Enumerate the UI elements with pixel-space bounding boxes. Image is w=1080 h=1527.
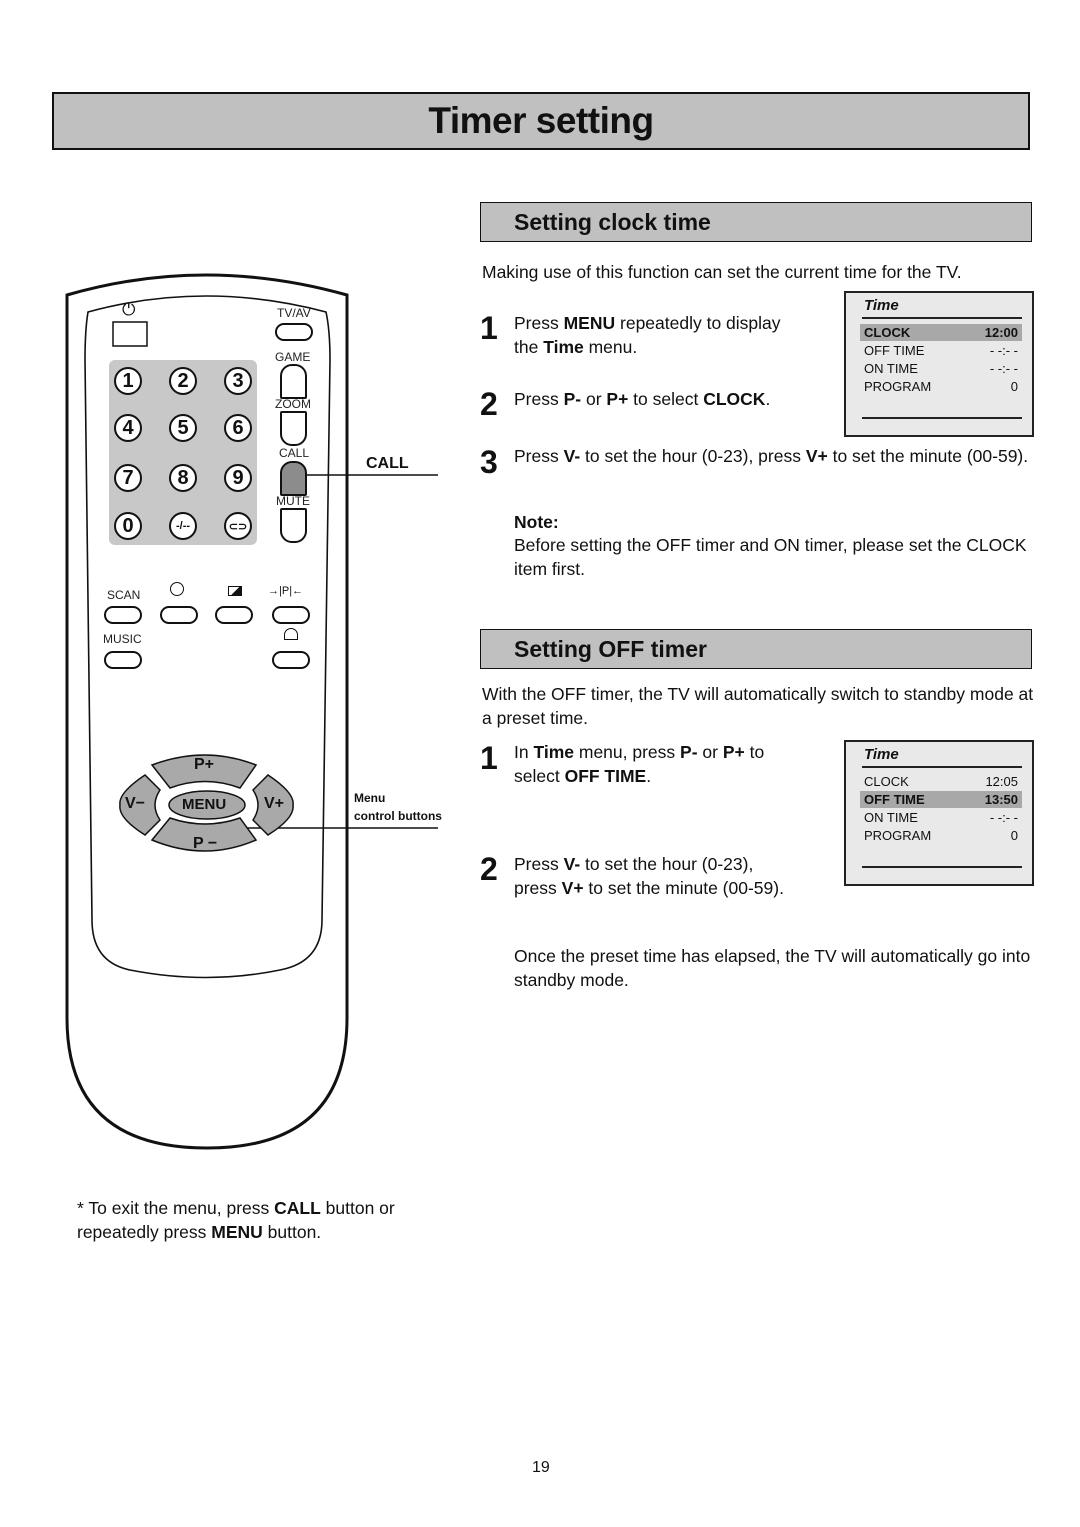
off-step-2-number: 2 <box>480 851 498 887</box>
remote-outline <box>65 273 438 1150</box>
off-closing: Once the preset time has elapsed, the TV… <box>514 946 1031 990</box>
scan-label: SCAN <box>107 588 141 602</box>
zoom-button[interactable] <box>280 411 307 446</box>
tv-av-button[interactable] <box>275 323 313 341</box>
remote-control-illustration: ⏻ TV/AV GAME ZOOM CALL MUTE 1 2 3 4 5 6 … <box>0 0 470 1200</box>
key-digit-mode[interactable]: -/-- <box>169 512 197 540</box>
osd-row-clock: CLOCK 12:05 <box>864 774 1018 789</box>
p-plus-button[interactable]: P+ <box>194 756 214 774</box>
sleep-timer-button[interactable] <box>160 606 198 624</box>
exit-footnote: * To exit the menu, press CALL button or… <box>77 1198 395 1242</box>
osd-divider <box>862 317 1022 319</box>
music-label: MUSIC <box>103 632 142 646</box>
off-step-1-text: In Time menu, press P- or P+ to select O… <box>514 742 765 786</box>
time-menu-osd-clock: Time CLOCK 12:00 OFF TIME - -:- - ON TIME -… <box>844 291 1034 437</box>
key-1[interactable]: 1 <box>114 367 142 395</box>
p-minus-button[interactable]: P − <box>193 835 217 853</box>
key-swap[interactable]: ⊂⊃ <box>224 512 252 540</box>
osd-row-on-time: ON TIME - -:- - <box>864 810 1018 825</box>
section-heading-off-timer: Setting OFF timer <box>480 629 1032 669</box>
menu-callout-line2: control buttons <box>354 809 442 823</box>
osd-divider <box>862 766 1022 768</box>
game-button[interactable] <box>280 364 307 399</box>
power-icon: ⏻ <box>122 300 136 319</box>
lock-icon <box>284 628 298 640</box>
osd-row-on-time: ON TIME - -:- - <box>864 361 1018 376</box>
osd-row-off-time: OFF TIME - -:- - <box>864 343 1018 358</box>
clock-step-1-number: 1 <box>480 310 498 346</box>
osd-row-clock: CLOCK 12:00 <box>860 324 1022 341</box>
menu-button[interactable]: MENU <box>182 796 226 813</box>
mute-button[interactable] <box>280 508 307 543</box>
key-3[interactable]: 3 <box>224 367 252 395</box>
osd-title: Time <box>864 297 899 314</box>
clock-step-3-number: 3 <box>480 444 498 480</box>
v-minus-button[interactable]: V− <box>125 795 145 813</box>
picture-mode-icon <box>228 586 242 596</box>
key-7[interactable]: 7 <box>114 464 142 492</box>
mute-label: MUTE <box>276 494 310 508</box>
clock-intro: Making use of this function can set the … <box>482 262 962 282</box>
zoom-label: ZOOM <box>275 397 311 411</box>
off-step-1-number: 1 <box>480 740 498 776</box>
call-button[interactable] <box>280 461 307 496</box>
clock-step-2-number: 2 <box>480 386 498 422</box>
note-label: Note: <box>514 512 559 532</box>
off-intro: With the OFF timer, the TV will automati… <box>482 684 1034 728</box>
picture-mode-button[interactable] <box>215 606 253 624</box>
v-plus-button[interactable]: V+ <box>264 795 284 813</box>
osd-row-program: PROGRAM 0 <box>864 379 1018 394</box>
key-6[interactable]: 6 <box>224 414 252 442</box>
key-4[interactable]: 4 <box>114 414 142 442</box>
clock-icon <box>170 582 184 596</box>
key-9[interactable]: 9 <box>224 464 252 492</box>
pip-button[interactable] <box>272 606 310 624</box>
osd-row-program: PROGRAM 0 <box>864 828 1018 843</box>
clock-step-1-text: Press MENU repeatedly to display the Tim… <box>514 313 781 357</box>
osd-bottom-rule <box>862 866 1022 868</box>
key-2[interactable]: 2 <box>169 367 197 395</box>
time-menu-osd-off-timer: Time CLOCK 12:05 OFF TIME 13:50 ON TIME - -… <box>844 740 1034 886</box>
power-button[interactable] <box>113 322 147 346</box>
music-button[interactable] <box>104 651 142 669</box>
off-step-2-text: Press V- to set the hour (0-23), press V… <box>514 854 784 898</box>
call-callout: CALL <box>366 455 409 472</box>
key-5[interactable]: 5 <box>169 414 197 442</box>
clock-step-2-text: Press P- or P+ to select CLOCK. <box>514 389 771 409</box>
key-8[interactable]: 8 <box>169 464 197 492</box>
osd-title: Time <box>864 746 899 763</box>
tv-av-label: TV/AV <box>277 306 311 320</box>
scan-button[interactable] <box>104 606 142 624</box>
osd-row-off-time: OFF TIME 13:50 <box>860 791 1022 808</box>
key-0[interactable]: 0 <box>114 512 142 540</box>
menu-callout-line1: Menu <box>354 791 386 805</box>
game-label: GAME <box>275 350 311 364</box>
clock-step-3-text: Press V- to set the hour (0-23), press V… <box>514 446 1029 466</box>
section-heading-clock: Setting clock time <box>480 202 1032 242</box>
page-number: 19 <box>532 1459 550 1476</box>
pip-icon: →|P|← <box>268 585 304 597</box>
osd-bottom-rule <box>862 417 1022 419</box>
call-label: CALL <box>279 446 310 460</box>
note-text: Before setting the OFF timer and ON time… <box>514 535 1027 579</box>
lock-button[interactable] <box>272 651 310 669</box>
